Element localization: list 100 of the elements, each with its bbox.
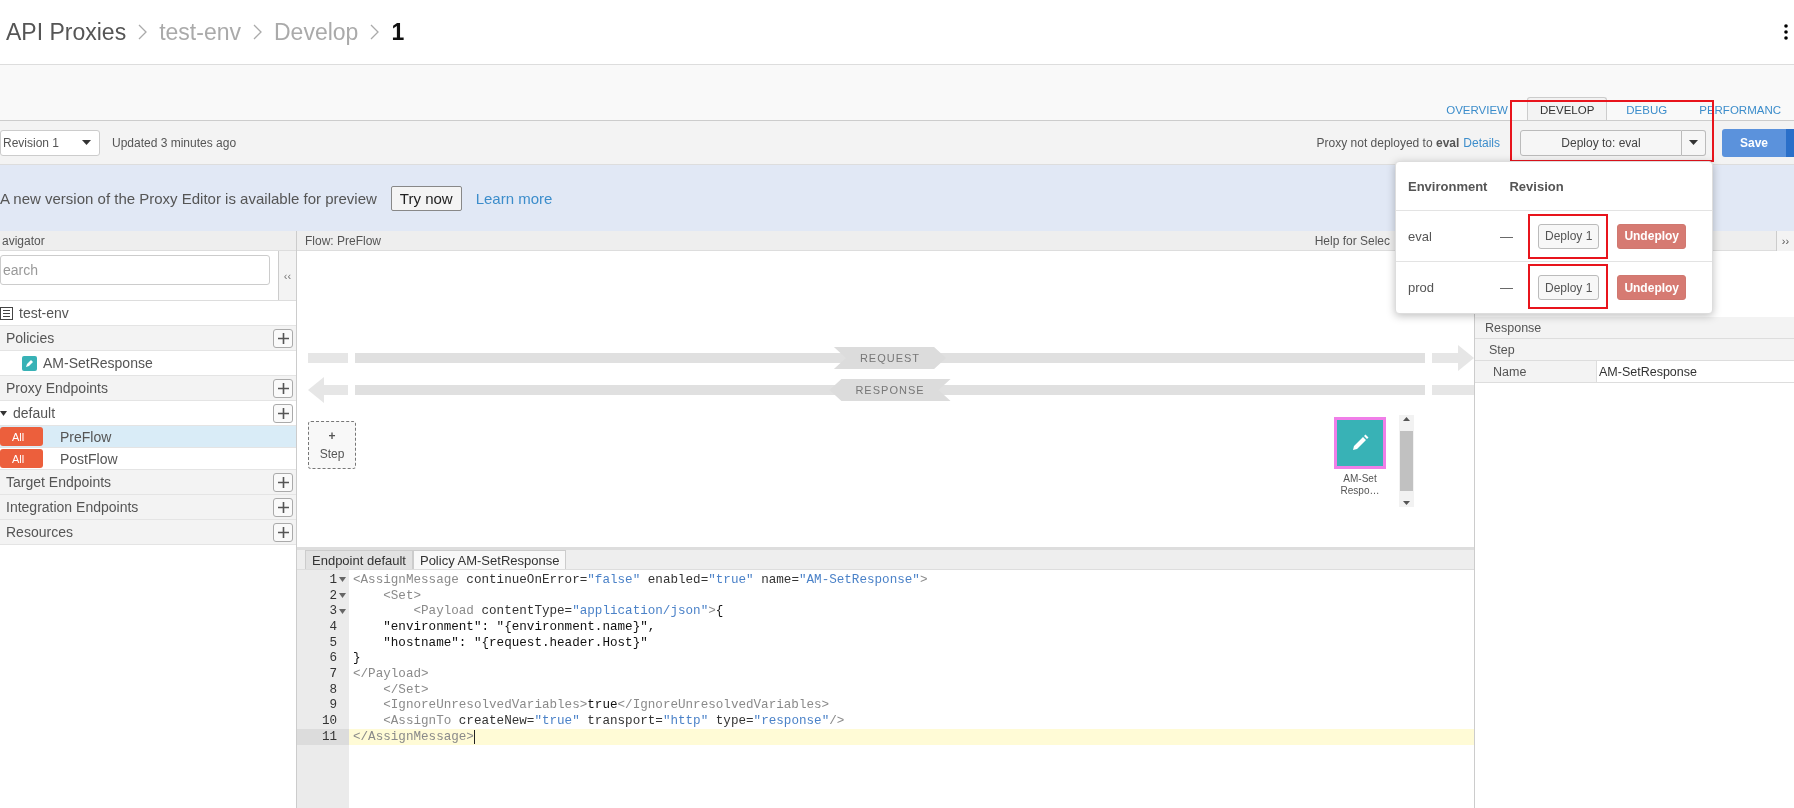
- dropdown-button[interactable]: [1682, 129, 1706, 156]
- code-line: <Payload contentType="application/json">{: [412, 604, 724, 619]
- policy-tile[interactable]: [1334, 417, 1386, 469]
- property-label: Name: [1493, 364, 1527, 379]
- code-line: "environment": "{environment.name}",: [382, 619, 656, 634]
- code-line: <IgnoreUnresolvedVariables>true</IgnoreUnresolvedVariables>: [382, 698, 830, 713]
- plus-icon: [277, 476, 289, 488]
- add-step-button[interactable]: + Step: [308, 421, 356, 469]
- code-line: </AssignMessage>: [353, 729, 474, 744]
- add-button[interactable]: [273, 522, 293, 542]
- flow-track-segment: [308, 353, 348, 363]
- revision-text: —: [1500, 280, 1514, 295]
- scrollbar[interactable]: [1399, 415, 1414, 507]
- editor-tab[interactable]: Endpoint default: [305, 550, 413, 569]
- collapse-button[interactable]: ‹‹: [278, 251, 296, 300]
- deploy-status-text: Proxy not deployed to eval: [1316, 135, 1460, 150]
- expand-button[interactable]: ››: [1776, 230, 1794, 251]
- request-label: REQUEST: [833, 347, 947, 369]
- help-text: Help for Selec: [1314, 233, 1390, 248]
- try-now-button[interactable]: Try now: [390, 185, 462, 211]
- section-label[interactable]: Policies: [6, 330, 55, 346]
- property-value[interactable]: AM-SetResponse: [1596, 361, 1794, 382]
- flow-title: Flow: PreFlow: [305, 233, 381, 248]
- plus-icon: [277, 526, 289, 538]
- method-badge: All: [0, 427, 43, 446]
- text-cursor: [473, 729, 475, 744]
- fold-caret-icon[interactable]: [339, 593, 346, 599]
- method-badge: All: [0, 449, 43, 468]
- more-icon[interactable]: [1784, 24, 1788, 40]
- save-menu-button[interactable]: [1786, 128, 1794, 157]
- code-line: <AssignTo createNew="true" transport="http" type="response"/>: [382, 714, 845, 729]
- environment-name: eval: [1408, 228, 1433, 244]
- deploy-revision-button[interactable]: Deploy 1: [1538, 275, 1600, 300]
- code-line: }: [353, 651, 361, 666]
- tab[interactable]: DEBUG: [1613, 97, 1681, 121]
- breadcrumb-item: API Proxies: [6, 18, 127, 46]
- line-number: 7: [329, 666, 337, 681]
- search-field[interactable]: earch: [0, 255, 270, 285]
- line-number: 5: [329, 635, 337, 650]
- endpoint-label[interactable]: default: [13, 405, 56, 421]
- updated-text: Updated 3 minutes ago: [112, 135, 237, 150]
- right-arrow-icon: [1432, 345, 1474, 371]
- code-line: <Set>: [382, 588, 422, 603]
- flow-item[interactable]: All PreFlow: [0, 426, 296, 448]
- breadcrumb-item: 1: [391, 18, 405, 46]
- plus-icon: [277, 332, 289, 344]
- tab[interactable]: DEVELOP: [1527, 97, 1608, 121]
- plus-icon: [277, 382, 289, 394]
- line-number: 1: [329, 572, 337, 587]
- code-line: "hostname": "{request.header.Host}": [382, 635, 648, 650]
- environment-label[interactable]: test-env: [19, 305, 69, 321]
- add-button[interactable]: [273, 328, 293, 348]
- editor-tab[interactable]: Policy AM-SetResponse: [412, 550, 567, 569]
- expanded-triangle-icon[interactable]: [0, 409, 7, 417]
- line-number: 8: [329, 682, 337, 697]
- pencil-icon: [1351, 434, 1369, 452]
- add-button[interactable]: [273, 472, 293, 492]
- line-number: 10: [321, 714, 337, 729]
- plus-icon: [277, 501, 289, 513]
- code-line: </Payload>: [353, 666, 429, 681]
- line-number: 6: [329, 651, 337, 666]
- tab[interactable]: OVERVIEW: [1433, 97, 1521, 121]
- line-number: 4: [329, 619, 337, 634]
- flow-item[interactable]: All PostFlow: [0, 448, 296, 470]
- fold-caret-icon[interactable]: [339, 577, 346, 583]
- banner-text: A new version of the Proxy Editor is available for preview: [0, 189, 377, 207]
- add-button[interactable]: [273, 497, 293, 517]
- scroll-up-icon[interactable]: [1403, 417, 1410, 421]
- panel-title: avigator: [2, 233, 45, 248]
- deploy-revision-button[interactable]: Deploy 1: [1538, 223, 1600, 249]
- flow-track-segment: [1432, 385, 1474, 395]
- policy-label[interactable]: AM-SetResponse: [43, 355, 153, 371]
- add-button[interactable]: [273, 403, 293, 423]
- policy-name: AM-Set Respo…: [1340, 473, 1380, 497]
- caret-icon: [1689, 140, 1698, 145]
- column-header: Environment: [1408, 178, 1488, 194]
- revision-select[interactable]: Revision 1: [0, 129, 100, 156]
- plus-icon: [277, 407, 289, 419]
- scroll-down-icon[interactable]: [1403, 501, 1410, 505]
- environment-name: prod: [1408, 280, 1436, 295]
- property-group: Response: [1485, 320, 1542, 335]
- code-line: <AssignMessage continueOnError="false" enabled="true" name="AM-SetResponse">: [353, 572, 928, 587]
- deploy-button[interactable]: Deploy to: eval: [1520, 129, 1682, 156]
- section-label[interactable]: Resources: [6, 524, 73, 540]
- property-group: Step: [1489, 342, 1515, 357]
- line-number: 3: [329, 604, 337, 619]
- line-number: 11: [321, 729, 337, 744]
- caret-icon: [82, 140, 91, 145]
- revision-text: —: [1500, 228, 1514, 244]
- policy-icon: [22, 355, 37, 371]
- code-line: </Set>: [382, 682, 429, 697]
- line-number: 9: [329, 698, 337, 713]
- response-label: RESPONSE: [829, 379, 951, 401]
- fold-caret-icon[interactable]: [339, 608, 346, 614]
- document-list-icon: [0, 306, 13, 320]
- column-header: Revision: [1509, 178, 1564, 194]
- chevron-icon: [253, 24, 262, 40]
- left-arrow-icon: [308, 377, 348, 403]
- add-button[interactable]: [273, 378, 293, 398]
- line-number: 2: [329, 588, 337, 603]
